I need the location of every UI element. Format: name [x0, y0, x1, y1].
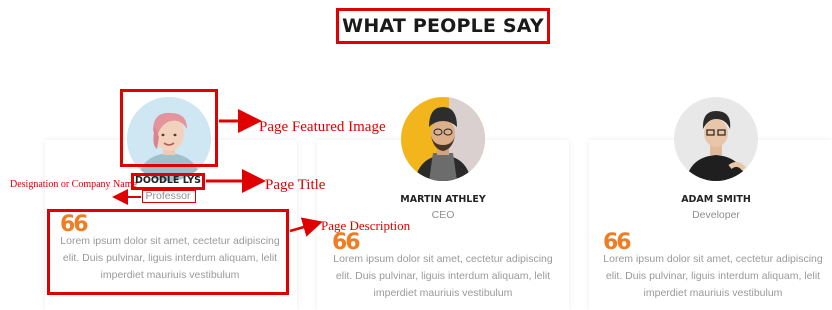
arrow-description — [289, 217, 323, 237]
annotation-arrows — [112, 109, 323, 237]
